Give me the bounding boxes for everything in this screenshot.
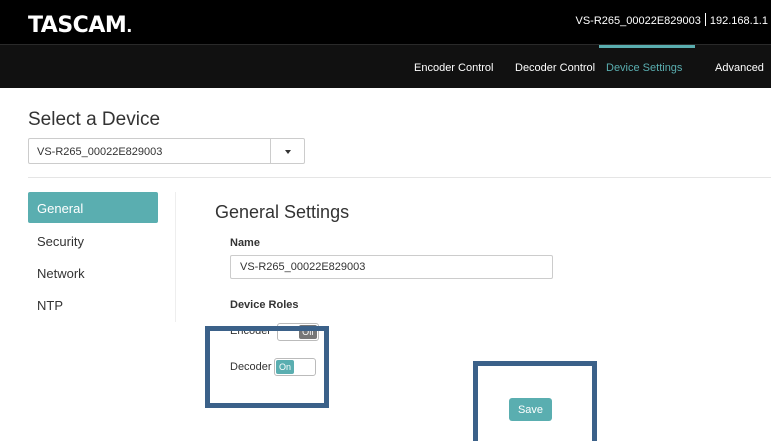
sidebar-item-general[interactable]: General xyxy=(28,192,158,223)
sidebar-item-ntp[interactable]: NTP xyxy=(28,288,158,319)
caret-down-icon xyxy=(285,150,291,154)
device-ip-text: 192.168.1.1 xyxy=(709,15,768,27)
tascam-logo: TASCAM. xyxy=(28,13,132,38)
device-roles-label: Device Roles xyxy=(230,299,299,311)
sidebar-divider xyxy=(175,192,176,322)
device-identity: VS-R265_00022E829003 192.168.1.1 xyxy=(575,13,768,28)
divider xyxy=(704,13,706,26)
name-input[interactable] xyxy=(230,255,553,279)
device-name-text: VS-R265_00022E829003 xyxy=(575,15,701,27)
nav-advanced[interactable]: Advanced xyxy=(715,62,764,74)
device-select-dropdown[interactable]: VS-R265_00022E829003 xyxy=(28,138,305,164)
highlight-box-save xyxy=(473,361,597,441)
nav-encoder-control[interactable]: Encoder Control xyxy=(414,62,494,74)
sidebar-item-network[interactable]: Network xyxy=(28,256,158,287)
sidebar-item-security[interactable]: Security xyxy=(28,224,158,255)
page-title: General Settings xyxy=(215,202,350,222)
active-tab-indicator xyxy=(599,45,695,48)
section-divider xyxy=(28,177,771,178)
top-header: TASCAM. VS-R265_00022E829003 192.168.1.1 xyxy=(0,0,771,44)
main-nav: Encoder Control Decoder Control Device S… xyxy=(0,44,771,88)
name-label: Name xyxy=(230,237,260,249)
dropdown-toggle-button[interactable] xyxy=(270,139,304,163)
nav-decoder-control[interactable]: Decoder Control xyxy=(515,62,595,74)
nav-device-settings[interactable]: Device Settings xyxy=(606,62,682,74)
highlight-box-roles xyxy=(205,326,329,408)
select-device-title: Select a Device xyxy=(28,109,161,130)
device-select-value: VS-R265_00022E829003 xyxy=(37,146,163,158)
